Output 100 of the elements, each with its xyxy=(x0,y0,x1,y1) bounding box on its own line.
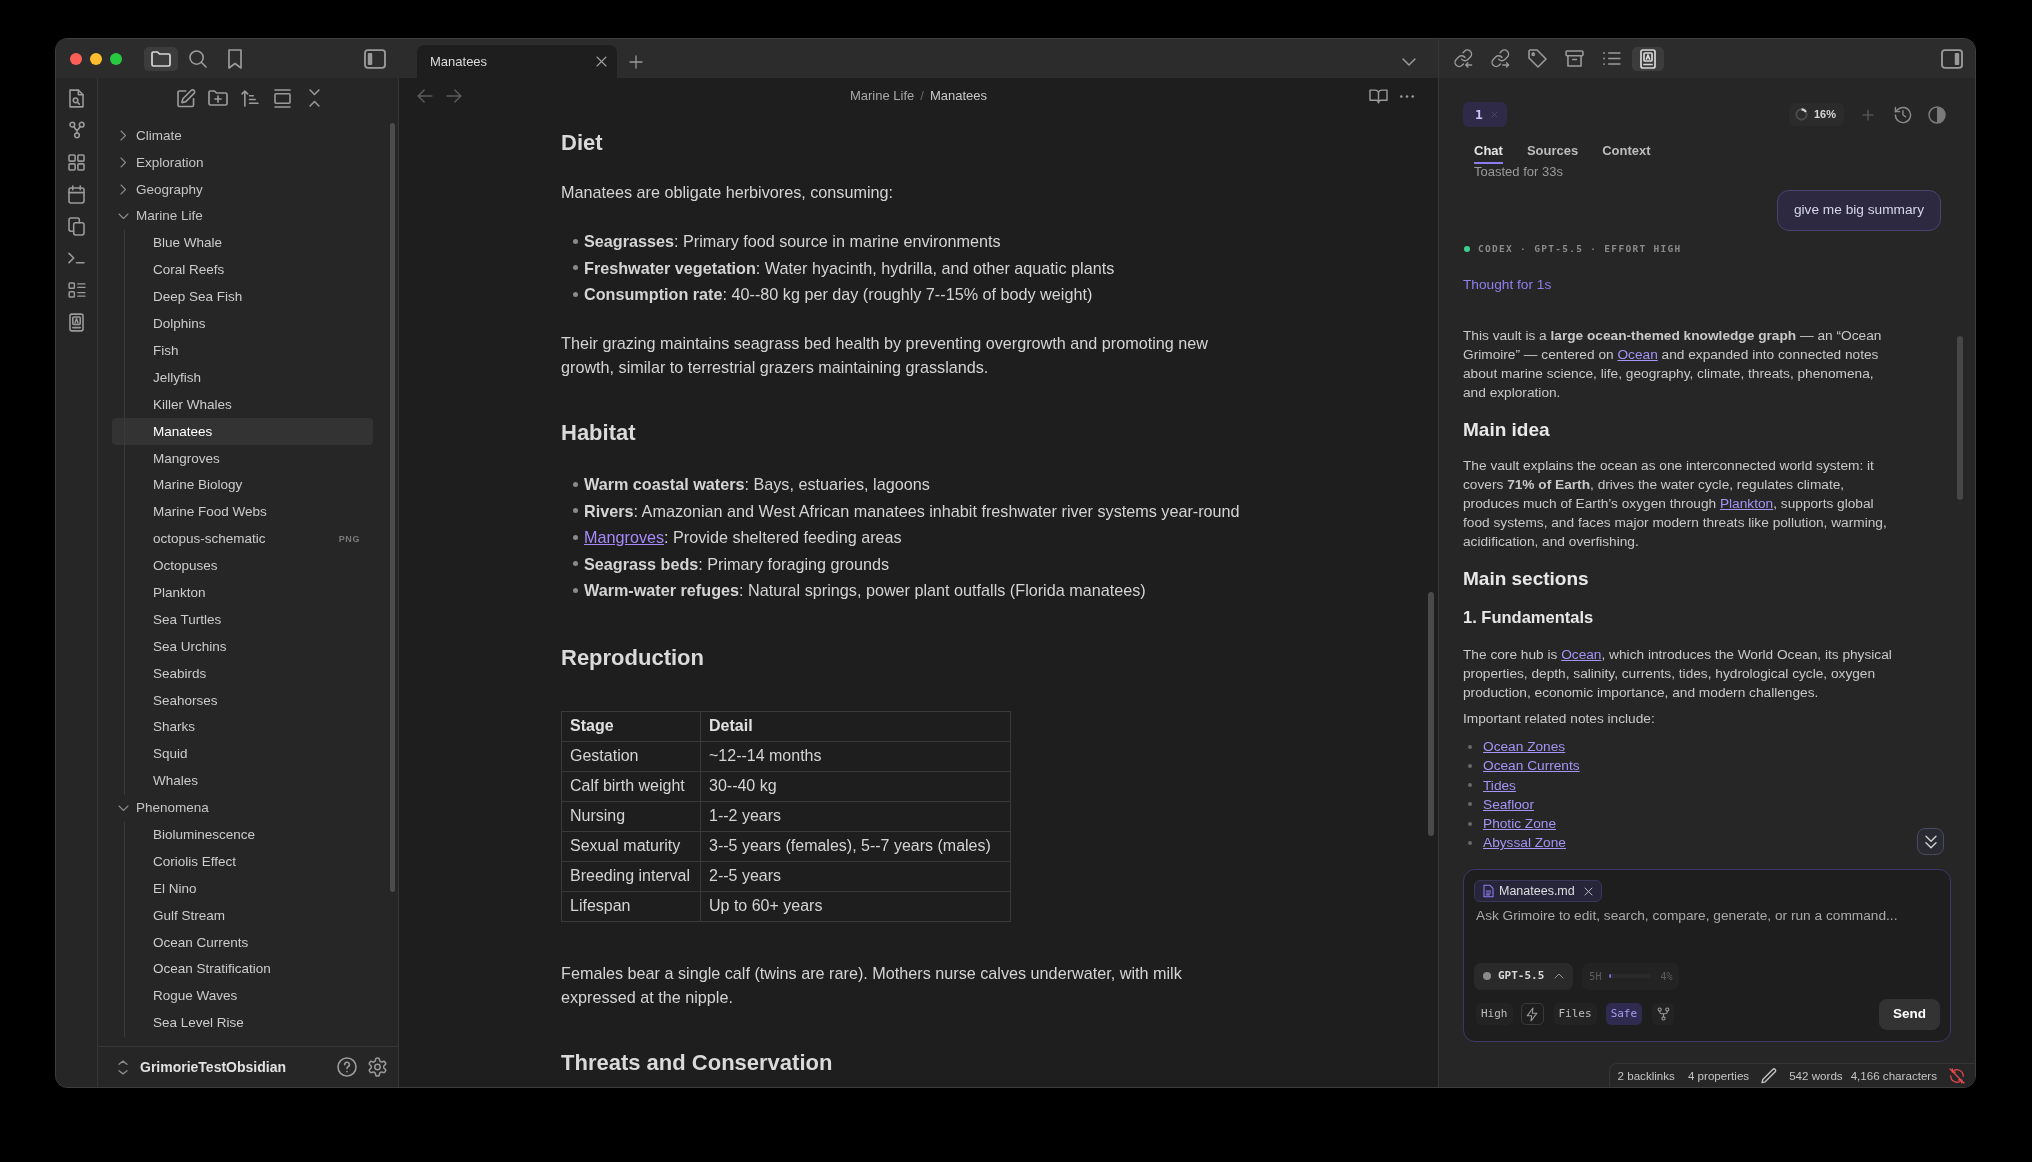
panel-icon[interactable] xyxy=(274,89,290,107)
note-link[interactable]: Photic Zone xyxy=(1483,813,1557,834)
folder-row[interactable]: Marine Life xyxy=(112,203,373,231)
checklist-icon[interactable] xyxy=(68,283,85,297)
file-row[interactable]: Mangroves xyxy=(112,445,373,473)
file-row[interactable]: Marine Food Webs xyxy=(112,498,373,526)
view-tab[interactable] xyxy=(1632,46,1664,71)
file-row[interactable]: Coriolis Effect xyxy=(112,848,373,876)
file-row[interactable]: Sea Urchins xyxy=(112,633,373,661)
lightning-button[interactable] xyxy=(1520,1003,1544,1025)
file-row[interactable]: Fish xyxy=(112,337,373,365)
file-row[interactable]: Deep Sea Fish xyxy=(112,283,373,311)
file-row[interactable]: Octopuses xyxy=(112,552,373,580)
file-row[interactable]: Dolphins xyxy=(112,310,373,338)
file-row[interactable]: Whales xyxy=(112,767,373,795)
history-icon[interactable] xyxy=(1895,106,1911,123)
minimize-window-button[interactable] xyxy=(90,52,102,65)
file-row[interactable]: Manatees xyxy=(112,418,373,446)
send-button[interactable]: Send xyxy=(1879,998,1940,1030)
new-note-icon[interactable] xyxy=(177,89,195,107)
up-down-chevron-icon[interactable] xyxy=(119,1060,127,1074)
remove-icon[interactable] xyxy=(1584,887,1592,895)
chevron-down-icon[interactable] xyxy=(1403,58,1415,65)
file-row[interactable]: octopus-schematic PNG xyxy=(112,525,373,553)
folder-row[interactable]: Climate xyxy=(112,122,373,150)
help-icon[interactable] xyxy=(338,1058,356,1076)
file-row[interactable]: El Nino xyxy=(112,875,373,903)
scrollbar[interactable] xyxy=(1957,336,1963,500)
mode-button[interactable]: Safe xyxy=(1605,1003,1643,1025)
close-icon[interactable] xyxy=(597,57,606,66)
folder-row[interactable]: Geography xyxy=(112,176,373,204)
folder-row[interactable]: Phenomena xyxy=(112,794,373,822)
graph-icon[interactable] xyxy=(69,122,84,138)
file-row[interactable]: Killer Whales xyxy=(112,391,373,419)
file-row[interactable]: Bioluminescence xyxy=(112,821,373,849)
file-row[interactable]: Gulf Stream xyxy=(112,902,373,930)
model-selector[interactable]: GPT-5.5 xyxy=(1474,962,1574,990)
branch-button[interactable] xyxy=(1652,1003,1675,1025)
back-arrow-icon[interactable] xyxy=(418,90,432,102)
composer-field[interactable]: Manatees.md Ask Grimoire to edit, search, compare, generate, or run a command... GPT-5.5 5H 4% High Files Safe Send xyxy=(1463,869,1951,1042)
sort-icon[interactable] xyxy=(242,90,258,106)
note-link[interactable]: Ocean Currents xyxy=(1483,756,1580,776)
breadcrumb-folder[interactable]: Marine Life xyxy=(850,86,915,106)
context-meter[interactable]: 16% xyxy=(1788,103,1844,126)
file-row[interactable]: Ocean Currents xyxy=(112,929,373,957)
zoom-window-button[interactable] xyxy=(110,52,122,65)
document-icon[interactable] xyxy=(70,313,83,331)
attachment-chip[interactable]: Manatees.md xyxy=(1474,880,1602,902)
terminal-icon[interactable] xyxy=(69,253,84,263)
backlinks-count[interactable]: 2 backlinks xyxy=(1617,1066,1675,1085)
note-link[interactable]: Ocean xyxy=(1617,347,1658,362)
session-tab[interactable]: 1 xyxy=(1463,102,1507,127)
settings-icon[interactable] xyxy=(369,1058,386,1076)
scrollbar[interactable] xyxy=(390,123,395,892)
collapse-icon[interactable] xyxy=(309,90,319,106)
file-row[interactable]: Seahorses xyxy=(112,687,373,715)
folder-row[interactable]: Exploration xyxy=(112,149,373,177)
note-tab[interactable]: Manatees xyxy=(417,45,617,78)
grid-icon[interactable] xyxy=(69,154,84,170)
note-link[interactable]: Abyssal Zone xyxy=(1483,833,1566,853)
more-icon[interactable] xyxy=(1400,94,1414,98)
effort-button[interactable]: High xyxy=(1476,1003,1513,1025)
note-link[interactable]: Tides xyxy=(1483,775,1516,795)
file-row[interactable]: Blue Whale xyxy=(112,230,373,257)
file-row[interactable]: Rogue Waves xyxy=(112,983,373,1010)
panel-tab[interactable]: Context xyxy=(1602,140,1651,164)
note-link[interactable]: Seafloor xyxy=(1483,794,1534,814)
calendar-icon[interactable] xyxy=(69,185,84,203)
scrollbar[interactable] xyxy=(1428,592,1434,836)
close-window-button[interactable] xyxy=(70,52,82,65)
sync-off-icon[interactable] xyxy=(1950,1068,1964,1083)
book-icon[interactable] xyxy=(1370,89,1387,103)
properties-count[interactable]: 4 properties xyxy=(1687,1066,1750,1085)
vault-name[interactable]: GrimorieTestObsidian xyxy=(140,1056,286,1078)
copy-icon[interactable] xyxy=(69,217,84,235)
scroll-down-button[interactable] xyxy=(1917,828,1944,855)
file-row[interactable]: Jellyfish xyxy=(112,364,373,392)
file-row[interactable]: Seabirds xyxy=(112,660,373,688)
prompt-field[interactable]: Ask Grimoire to edit, search, compare, generate, or run a command... xyxy=(1474,906,1940,955)
file-row[interactable]: Squid xyxy=(112,741,373,768)
file-row[interactable]: Coral Reefs xyxy=(112,256,373,284)
file-row[interactable]: Plankton xyxy=(112,579,373,607)
plus-icon[interactable] xyxy=(630,55,642,68)
contrast-icon[interactable] xyxy=(1929,106,1945,123)
note-link[interactable]: Ocean Zones xyxy=(1483,737,1566,757)
files-button[interactable]: Files xyxy=(1553,1003,1597,1025)
pencil-icon[interactable] xyxy=(1762,1068,1777,1083)
panel-tab[interactable]: Chat xyxy=(1474,140,1503,164)
sidebar-toggle-icon[interactable] xyxy=(1942,49,1962,68)
panel-tab[interactable]: Sources xyxy=(1526,140,1579,164)
forward-arrow-icon[interactable] xyxy=(447,90,461,102)
file-row[interactable]: Sea Level Rise xyxy=(112,1009,373,1037)
file-row[interactable]: Sea Turtles xyxy=(112,606,373,634)
file-search-icon[interactable] xyxy=(70,89,83,107)
file-row[interactable]: Marine Biology xyxy=(112,472,373,499)
file-row[interactable]: Ocean Stratification xyxy=(112,956,373,983)
sidebar-toggle-icon[interactable] xyxy=(365,49,385,68)
new-folder-icon[interactable] xyxy=(209,91,227,105)
file-row[interactable]: Sharks xyxy=(112,714,373,741)
thought-label[interactable]: Thought for 1s xyxy=(1463,276,1552,294)
